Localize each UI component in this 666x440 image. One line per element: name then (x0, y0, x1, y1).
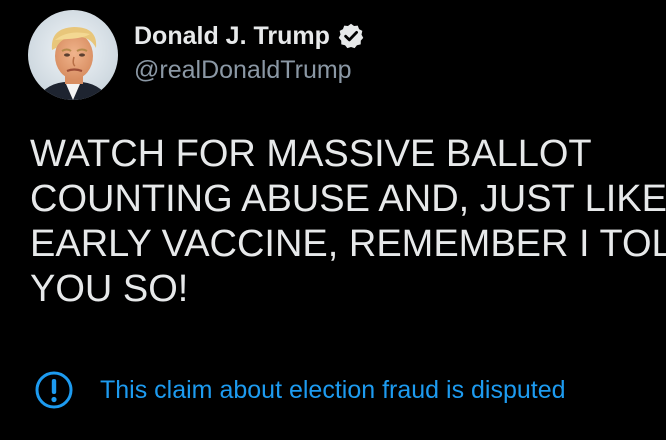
user-handle[interactable]: @realDonaldTrump (134, 56, 352, 85)
tweet-card: Donald J. Trump @realDonaldTrump WATCH F… (0, 0, 666, 440)
tweet-line: COUNTING ABUSE AND, JUST LIKE (30, 178, 666, 220)
name-row: Donald J. Trump (134, 20, 365, 52)
avatar[interactable] (28, 10, 118, 100)
tweet-text: WATCH FOR MASSIVE BALLOT COUNTING ABUSE … (30, 132, 666, 312)
tweet-line: EARLY VACCINE, REMEMBER I TOL (30, 223, 666, 265)
tweet-line: WATCH FOR MASSIVE BALLOT (30, 133, 592, 175)
alert-circle-icon (34, 370, 74, 410)
disputed-claim-link[interactable]: This claim about election fraud is dispu… (100, 376, 566, 405)
tweet-line: YOU SO! (30, 268, 189, 310)
disputed-claim-notice[interactable]: This claim about election fraud is dispu… (34, 370, 566, 410)
profile-photo (28, 10, 118, 100)
verified-badge-icon (337, 22, 365, 50)
display-name[interactable]: Donald J. Trump (134, 22, 330, 51)
